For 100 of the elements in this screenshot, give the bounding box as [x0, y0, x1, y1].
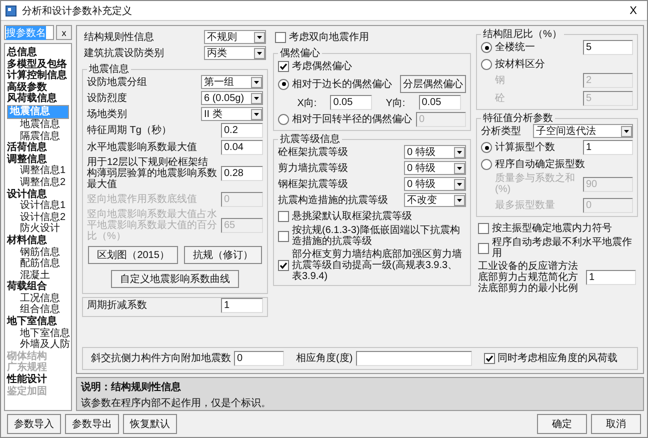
checkbox[interactable] [484, 353, 495, 364]
checkbox-label: 部分框支剪力墙结构底部加强区剪力墙抗震等级自动提高一级(高规表3.9.3、表3.9.4) [292, 249, 463, 282]
tree-item[interactable]: 调整信息1 [20, 165, 66, 177]
field-label: 竖向地震作用系数底线值 [87, 194, 198, 205]
field-label: 剪力墙抗震等级 [278, 162, 349, 174]
tree-item[interactable]: 钢筋信息 [20, 246, 60, 258]
input-field[interactable]: 1 [583, 140, 633, 155]
dropdown[interactable]: 0 特级 [404, 161, 466, 175]
radio-button[interactable] [481, 142, 492, 153]
checkbox[interactable] [278, 210, 289, 222]
clear-button[interactable]: x [56, 25, 72, 40]
window-title: 分析和设计参数补充定义 [22, 4, 133, 18]
radio-label: 程序自动确定振型数 [495, 158, 586, 170]
input-field[interactable]: 0.2 [221, 123, 263, 138]
dropdown[interactable]: 不改变 [404, 193, 466, 207]
input-field[interactable] [356, 351, 472, 366]
tree-item[interactable]: 地震信息 [20, 118, 60, 131]
tree-item[interactable]: 防火设计 [20, 223, 60, 235]
checkbox[interactable] [278, 60, 289, 72]
field-label: 水平地震影响系数最大值 [87, 142, 198, 153]
tree-item[interactable]: 地下室信息 [20, 328, 70, 340]
tree-item[interactable]: 混凝土 [20, 270, 50, 282]
layer-eccentricity-button[interactable]: 分层偶然偏心 [400, 75, 466, 93]
tree-item[interactable]: 荷载组合 [7, 281, 47, 293]
tree-item[interactable]: 活荷信息 [7, 142, 47, 154]
input-field[interactable]: 0.05 [330, 95, 372, 110]
field-label: 竖向地震影响系数最大值占水平地震影响系数最大值的百分比（%） [87, 209, 218, 242]
input-field[interactable]: 0.28 [221, 166, 263, 181]
field-label: 钢框架抗震等级 [278, 178, 349, 190]
field-label: 斜交抗侧力构件方向附加地震数 [91, 353, 231, 364]
field-label: 设防地震分组 [87, 76, 148, 88]
tree-item[interactable]: 设计信息 [7, 188, 47, 200]
radio-label: 全楼统一 [495, 42, 536, 53]
field-label: 场地类别 [87, 108, 128, 120]
input-field[interactable]: 0.04 [221, 140, 263, 155]
checkbox[interactable] [478, 242, 489, 254]
dropdown[interactable]: 子空间迭代法 [533, 124, 633, 138]
field-label: 质量参与系数之和(%) [495, 173, 576, 195]
group-title: 结构阻尼比（%） [482, 29, 563, 40]
tree-item[interactable]: 风荷载信息 [7, 93, 57, 105]
close-button[interactable]: X [624, 4, 643, 16]
action-button[interactable]: 自定义地震影响系数曲线 [111, 270, 239, 288]
tree-item[interactable]: 外墙及人防 [20, 339, 70, 351]
checkbox[interactable] [478, 222, 489, 234]
tree-item[interactable]: 工况信息 [20, 292, 60, 304]
field-label: Y向: [386, 96, 406, 110]
radio-button[interactable] [278, 78, 289, 90]
checkbox-label: 按抗规(6.1.3-3)降低嵌固端以下抗震构造措施的抗震等级 [292, 225, 461, 247]
radio-label: 计算振型个数 [495, 142, 556, 153]
tree-item[interactable]: 地下室信息 [7, 316, 57, 328]
field-label: 设防烈度 [87, 92, 128, 104]
tree-item[interactable]: 高级参数 [7, 82, 47, 94]
dropdown[interactable]: 第一组 [201, 75, 263, 89]
tree-item[interactable]: 材料信息 [7, 234, 47, 246]
action-button[interactable]: 参数导出 [65, 414, 119, 434]
checkbox[interactable] [278, 260, 289, 271]
radio-button[interactable] [278, 114, 289, 125]
dropdown[interactable]: 0 特级 [404, 177, 466, 191]
checkbox-label: 同时考虑相应角度的风荷载 [498, 353, 618, 364]
tree-item[interactable]: 计算控制信息 [7, 70, 67, 82]
field-label: 钢 [495, 75, 506, 86]
action-button[interactable]: 参数导入 [7, 414, 61, 434]
action-button[interactable]: 区划图（2015） [88, 246, 178, 264]
field-label: 砼 [495, 93, 506, 104]
field-label: 建筑抗震设防类别 [84, 48, 165, 58]
action-button[interactable]: 抗规（修订） [184, 246, 262, 264]
input-field[interactable]: 1 [586, 270, 636, 285]
input-field[interactable]: 1 [221, 298, 263, 313]
radio-button[interactable] [481, 158, 492, 170]
input-field[interactable]: 5 [583, 40, 633, 55]
tree-item[interactable]: 多模型及包络 [7, 58, 67, 70]
tree-item[interactable]: 组合信息 [20, 304, 60, 316]
tree-item[interactable]: 设计信息2 [20, 212, 66, 224]
field-label: 周期折减系数 [87, 300, 148, 311]
description-text: 该参数在程序内部不起作用，仅是个标识。 [81, 396, 272, 410]
tree-item[interactable]: 设计信息1 [20, 200, 66, 212]
input-field[interactable]: 0 [234, 351, 284, 366]
dropdown[interactable]: 6 (0.05g) [201, 91, 263, 105]
tree-item[interactable]: 调整信息2 [20, 176, 66, 189]
action-button[interactable]: 恢复默认 [123, 414, 177, 434]
dialog-button[interactable]: 取消 [591, 414, 641, 434]
dropdown[interactable]: 0 特级 [404, 145, 466, 159]
dropdown[interactable]: 不规则 [204, 30, 266, 44]
radio-label: 按材料区分 [495, 58, 546, 70]
dialog-button[interactable]: 确定 [537, 414, 587, 434]
tree-item[interactable]: 隔震信息 [20, 130, 60, 142]
input-field[interactable]: 0.05 [418, 95, 461, 110]
group-title: 特征值分析参数 [482, 113, 554, 124]
radio-button[interactable] [481, 42, 492, 53]
checkbox[interactable] [275, 32, 286, 42]
tree-item[interactable]: 配筋信息 [20, 258, 60, 270]
field-label: 分析类型 [481, 126, 522, 136]
dropdown[interactable]: 丙类 [204, 46, 266, 60]
radio-button[interactable] [481, 58, 492, 70]
dropdown[interactable]: II 类 [201, 107, 263, 121]
tree-item[interactable]: 性能设计 [7, 374, 47, 386]
checkbox[interactable] [278, 230, 289, 242]
tree-item[interactable]: 总信息 [7, 47, 37, 59]
tree-item[interactable]: 调整信息 [7, 154, 47, 166]
field-label: X向: [297, 96, 317, 110]
